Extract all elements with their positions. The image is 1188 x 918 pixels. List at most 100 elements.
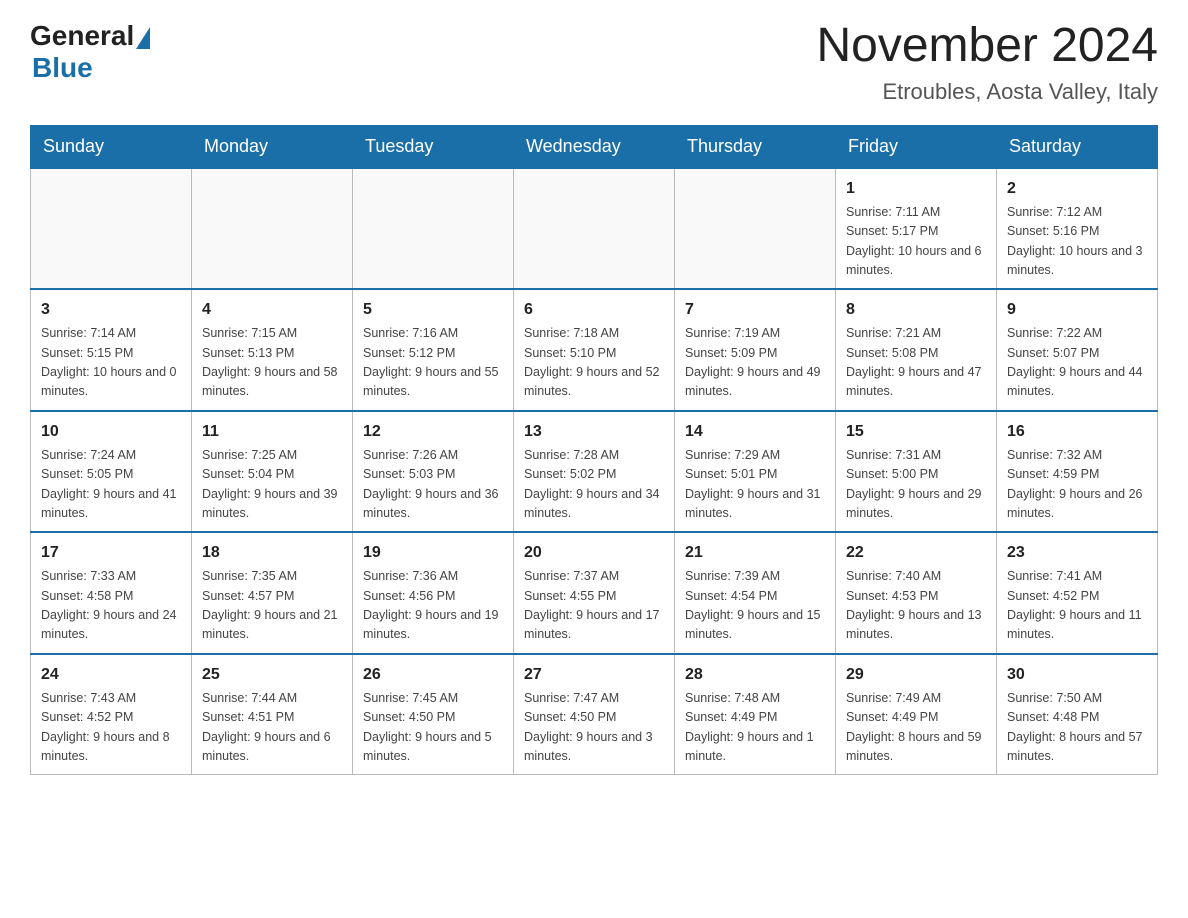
day-info: Sunrise: 7:19 AM Sunset: 5:09 PM Dayligh… xyxy=(685,324,825,402)
calendar-cell xyxy=(675,168,836,290)
day-number: 25 xyxy=(202,663,342,687)
day-number: 20 xyxy=(524,541,664,565)
day-info: Sunrise: 7:29 AM Sunset: 5:01 PM Dayligh… xyxy=(685,446,825,524)
calendar-cell: 16Sunrise: 7:32 AM Sunset: 4:59 PM Dayli… xyxy=(997,411,1158,533)
calendar-cell: 6Sunrise: 7:18 AM Sunset: 5:10 PM Daylig… xyxy=(514,289,675,411)
calendar-cell: 1Sunrise: 7:11 AM Sunset: 5:17 PM Daylig… xyxy=(836,168,997,290)
calendar-cell: 22Sunrise: 7:40 AM Sunset: 4:53 PM Dayli… xyxy=(836,532,997,654)
month-year-title: November 2024 xyxy=(816,20,1158,73)
calendar-cell: 23Sunrise: 7:41 AM Sunset: 4:52 PM Dayli… xyxy=(997,532,1158,654)
day-number: 15 xyxy=(846,420,986,444)
calendar-cell: 19Sunrise: 7:36 AM Sunset: 4:56 PM Dayli… xyxy=(353,532,514,654)
day-info: Sunrise: 7:22 AM Sunset: 5:07 PM Dayligh… xyxy=(1007,324,1147,402)
calendar-cell: 4Sunrise: 7:15 AM Sunset: 5:13 PM Daylig… xyxy=(192,289,353,411)
day-number: 8 xyxy=(846,298,986,322)
week-row: 10Sunrise: 7:24 AM Sunset: 5:05 PM Dayli… xyxy=(31,411,1158,533)
day-number: 21 xyxy=(685,541,825,565)
logo-general-text: General xyxy=(30,20,134,52)
calendar-cell: 15Sunrise: 7:31 AM Sunset: 5:00 PM Dayli… xyxy=(836,411,997,533)
day-info: Sunrise: 7:41 AM Sunset: 4:52 PM Dayligh… xyxy=(1007,567,1147,645)
location-subtitle: Etroubles, Aosta Valley, Italy xyxy=(816,79,1158,105)
day-info: Sunrise: 7:43 AM Sunset: 4:52 PM Dayligh… xyxy=(41,689,181,767)
day-number: 2 xyxy=(1007,177,1147,201)
calendar-cell: 11Sunrise: 7:25 AM Sunset: 5:04 PM Dayli… xyxy=(192,411,353,533)
day-number: 10 xyxy=(41,420,181,444)
day-number: 18 xyxy=(202,541,342,565)
day-number: 29 xyxy=(846,663,986,687)
calendar-cell: 27Sunrise: 7:47 AM Sunset: 4:50 PM Dayli… xyxy=(514,654,675,775)
day-info: Sunrise: 7:15 AM Sunset: 5:13 PM Dayligh… xyxy=(202,324,342,402)
day-info: Sunrise: 7:31 AM Sunset: 5:00 PM Dayligh… xyxy=(846,446,986,524)
day-info: Sunrise: 7:28 AM Sunset: 5:02 PM Dayligh… xyxy=(524,446,664,524)
week-row: 17Sunrise: 7:33 AM Sunset: 4:58 PM Dayli… xyxy=(31,532,1158,654)
day-number: 11 xyxy=(202,420,342,444)
day-number: 9 xyxy=(1007,298,1147,322)
day-info: Sunrise: 7:33 AM Sunset: 4:58 PM Dayligh… xyxy=(41,567,181,645)
day-number: 26 xyxy=(363,663,503,687)
day-number: 23 xyxy=(1007,541,1147,565)
calendar-header-row: SundayMondayTuesdayWednesdayThursdayFrid… xyxy=(31,125,1158,168)
day-number: 7 xyxy=(685,298,825,322)
calendar-cell: 24Sunrise: 7:43 AM Sunset: 4:52 PM Dayli… xyxy=(31,654,192,775)
calendar-cell: 13Sunrise: 7:28 AM Sunset: 5:02 PM Dayli… xyxy=(514,411,675,533)
calendar-cell: 18Sunrise: 7:35 AM Sunset: 4:57 PM Dayli… xyxy=(192,532,353,654)
calendar-cell: 8Sunrise: 7:21 AM Sunset: 5:08 PM Daylig… xyxy=(836,289,997,411)
page-header: General Blue November 2024 Etroubles, Ao… xyxy=(30,20,1158,105)
calendar-cell: 12Sunrise: 7:26 AM Sunset: 5:03 PM Dayli… xyxy=(353,411,514,533)
day-info: Sunrise: 7:50 AM Sunset: 4:48 PM Dayligh… xyxy=(1007,689,1147,767)
calendar-cell: 26Sunrise: 7:45 AM Sunset: 4:50 PM Dayli… xyxy=(353,654,514,775)
day-number: 3 xyxy=(41,298,181,322)
calendar-table: SundayMondayTuesdayWednesdayThursdayFrid… xyxy=(30,125,1158,776)
day-info: Sunrise: 7:21 AM Sunset: 5:08 PM Dayligh… xyxy=(846,324,986,402)
day-info: Sunrise: 7:44 AM Sunset: 4:51 PM Dayligh… xyxy=(202,689,342,767)
day-number: 30 xyxy=(1007,663,1147,687)
day-number: 6 xyxy=(524,298,664,322)
calendar-cell: 30Sunrise: 7:50 AM Sunset: 4:48 PM Dayli… xyxy=(997,654,1158,775)
day-of-week-header: Thursday xyxy=(675,125,836,168)
day-number: 4 xyxy=(202,298,342,322)
day-info: Sunrise: 7:12 AM Sunset: 5:16 PM Dayligh… xyxy=(1007,203,1147,281)
calendar-cell xyxy=(353,168,514,290)
week-row: 24Sunrise: 7:43 AM Sunset: 4:52 PM Dayli… xyxy=(31,654,1158,775)
calendar-cell: 28Sunrise: 7:48 AM Sunset: 4:49 PM Dayli… xyxy=(675,654,836,775)
calendar-cell xyxy=(514,168,675,290)
calendar-cell: 3Sunrise: 7:14 AM Sunset: 5:15 PM Daylig… xyxy=(31,289,192,411)
day-info: Sunrise: 7:26 AM Sunset: 5:03 PM Dayligh… xyxy=(363,446,503,524)
day-number: 1 xyxy=(846,177,986,201)
day-number: 16 xyxy=(1007,420,1147,444)
day-number: 27 xyxy=(524,663,664,687)
calendar-cell: 14Sunrise: 7:29 AM Sunset: 5:01 PM Dayli… xyxy=(675,411,836,533)
day-number: 14 xyxy=(685,420,825,444)
day-of-week-header: Tuesday xyxy=(353,125,514,168)
day-info: Sunrise: 7:37 AM Sunset: 4:55 PM Dayligh… xyxy=(524,567,664,645)
calendar-cell: 21Sunrise: 7:39 AM Sunset: 4:54 PM Dayli… xyxy=(675,532,836,654)
day-info: Sunrise: 7:32 AM Sunset: 4:59 PM Dayligh… xyxy=(1007,446,1147,524)
day-of-week-header: Sunday xyxy=(31,125,192,168)
day-info: Sunrise: 7:40 AM Sunset: 4:53 PM Dayligh… xyxy=(846,567,986,645)
logo: General Blue xyxy=(30,20,150,84)
calendar-cell: 9Sunrise: 7:22 AM Sunset: 5:07 PM Daylig… xyxy=(997,289,1158,411)
day-info: Sunrise: 7:18 AM Sunset: 5:10 PM Dayligh… xyxy=(524,324,664,402)
day-number: 28 xyxy=(685,663,825,687)
day-info: Sunrise: 7:25 AM Sunset: 5:04 PM Dayligh… xyxy=(202,446,342,524)
logo-triangle-icon xyxy=(136,27,150,49)
day-info: Sunrise: 7:14 AM Sunset: 5:15 PM Dayligh… xyxy=(41,324,181,402)
day-info: Sunrise: 7:24 AM Sunset: 5:05 PM Dayligh… xyxy=(41,446,181,524)
day-info: Sunrise: 7:45 AM Sunset: 4:50 PM Dayligh… xyxy=(363,689,503,767)
day-number: 13 xyxy=(524,420,664,444)
logo-blue-text: Blue xyxy=(32,52,93,84)
day-info: Sunrise: 7:11 AM Sunset: 5:17 PM Dayligh… xyxy=(846,203,986,281)
week-row: 1Sunrise: 7:11 AM Sunset: 5:17 PM Daylig… xyxy=(31,168,1158,290)
day-number: 5 xyxy=(363,298,503,322)
day-info: Sunrise: 7:48 AM Sunset: 4:49 PM Dayligh… xyxy=(685,689,825,767)
day-of-week-header: Saturday xyxy=(997,125,1158,168)
header-right: November 2024 Etroubles, Aosta Valley, I… xyxy=(816,20,1158,105)
calendar-cell xyxy=(192,168,353,290)
day-of-week-header: Monday xyxy=(192,125,353,168)
calendar-cell: 20Sunrise: 7:37 AM Sunset: 4:55 PM Dayli… xyxy=(514,532,675,654)
day-info: Sunrise: 7:49 AM Sunset: 4:49 PM Dayligh… xyxy=(846,689,986,767)
day-of-week-header: Wednesday xyxy=(514,125,675,168)
calendar-cell: 29Sunrise: 7:49 AM Sunset: 4:49 PM Dayli… xyxy=(836,654,997,775)
calendar-cell: 5Sunrise: 7:16 AM Sunset: 5:12 PM Daylig… xyxy=(353,289,514,411)
day-of-week-header: Friday xyxy=(836,125,997,168)
